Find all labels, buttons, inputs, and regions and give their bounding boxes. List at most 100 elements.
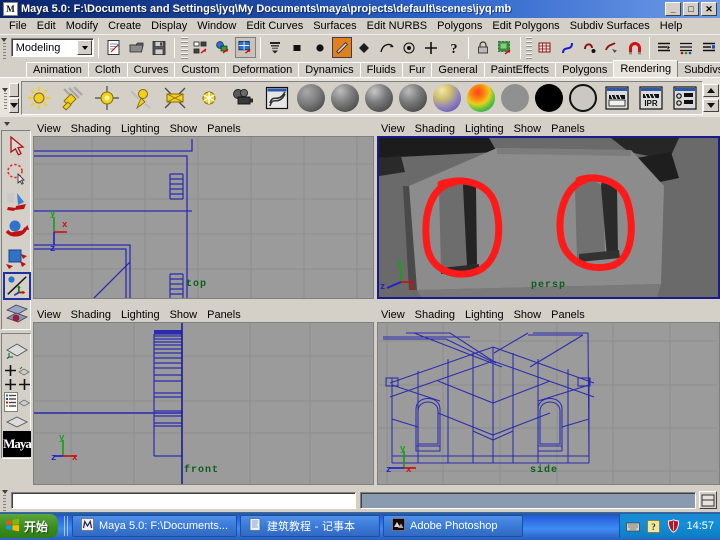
taskbar-item-notepad[interactable]: 建筑教程 - 记事本 bbox=[240, 515, 381, 537]
two-pane-icon-layout[interactable] bbox=[17, 363, 31, 377]
menu-surfaces[interactable]: Surfaces bbox=[308, 19, 361, 33]
menu-edit-polygons[interactable]: Edit Polygons bbox=[487, 19, 564, 33]
front-viewport[interactable]: View Shading Lighting Show Panels y x z … bbox=[33, 307, 374, 486]
side-viewport-canvas[interactable]: y x z side bbox=[377, 322, 720, 485]
shelf-tab-fluids[interactable]: Fluids bbox=[359, 62, 403, 77]
lock-selection-button[interactable] bbox=[473, 37, 493, 58]
front-viewport-menu-view[interactable]: View bbox=[37, 309, 67, 321]
front-viewport-menu-shading[interactable]: Shading bbox=[71, 309, 117, 321]
menu-display[interactable]: Display bbox=[146, 19, 192, 33]
component-lines-button[interactable] bbox=[331, 37, 353, 58]
ramp-shader-button[interactable] bbox=[465, 82, 497, 114]
use-background-button[interactable] bbox=[533, 82, 565, 114]
persp-viewport-canvas[interactable]: y x z persp bbox=[377, 136, 720, 299]
snap-to-view-plane-button[interactable] bbox=[602, 37, 622, 58]
show-manipulator-tool[interactable] bbox=[3, 300, 31, 328]
component-faces-button[interactable] bbox=[354, 37, 374, 58]
component-pivot-button[interactable] bbox=[399, 37, 419, 58]
menu-set-selector[interactable]: Modeling bbox=[10, 38, 95, 57]
front-viewport-canvas[interactable]: y x z front bbox=[33, 322, 374, 485]
taskbar-grip-1[interactable] bbox=[64, 516, 70, 536]
front-viewport-menu-panels[interactable]: Panels bbox=[207, 309, 247, 321]
directional-light-button[interactable] bbox=[57, 82, 89, 114]
side-viewport-menu-show[interactable]: Show bbox=[514, 309, 548, 321]
rotate-tool[interactable] bbox=[3, 244, 31, 272]
shelf-tab-curves[interactable]: Curves bbox=[126, 62, 176, 77]
render-globals-window-button[interactable] bbox=[669, 82, 701, 114]
component-parm-button[interactable] bbox=[310, 37, 330, 58]
shelf-tab-painteffects[interactable]: PaintEffects bbox=[483, 62, 557, 77]
shelf-scroll-up-button[interactable] bbox=[703, 83, 719, 97]
menu-edit-curves[interactable]: Edit Curves bbox=[241, 19, 308, 33]
paint-select-tool[interactable] bbox=[3, 188, 31, 216]
create-camera-button[interactable] bbox=[227, 82, 259, 114]
component-handle-button[interactable] bbox=[421, 37, 441, 58]
menu-edit-nurbs[interactable]: Edit NURBS bbox=[362, 19, 433, 33]
hypergraph-persp-layout[interactable] bbox=[18, 391, 31, 413]
side-viewport-menu-shading[interactable]: Shading bbox=[415, 309, 461, 321]
menu-edit[interactable]: Edit bbox=[32, 19, 61, 33]
ipr-settings-button[interactable] bbox=[699, 37, 719, 58]
top-viewport-menu-show[interactable]: Show bbox=[170, 123, 204, 135]
select-by-component-type-button[interactable] bbox=[235, 37, 256, 58]
side-viewport-menu-view[interactable]: View bbox=[381, 309, 411, 321]
construction-history-button[interactable] bbox=[654, 37, 674, 58]
top-viewport-menu-view[interactable]: View bbox=[37, 123, 67, 135]
select-by-object-type-button[interactable] bbox=[213, 37, 233, 58]
persp-only-layout[interactable] bbox=[3, 413, 31, 431]
persp-viewport-menu-shading[interactable]: Shading bbox=[415, 123, 461, 135]
shelf-menu-chevron-icon[interactable] bbox=[9, 98, 19, 113]
close-button[interactable]: ✕ bbox=[701, 2, 717, 16]
render-current-frame-button[interactable] bbox=[601, 82, 633, 114]
hypershade-button[interactable] bbox=[261, 82, 293, 114]
surface-shader-button[interactable] bbox=[499, 82, 531, 114]
top-viewport-menu-lighting[interactable]: Lighting bbox=[121, 123, 166, 135]
minimize-button[interactable]: _ bbox=[665, 2, 681, 16]
universal-manipulator-tool[interactable] bbox=[3, 272, 31, 300]
volume-light-button[interactable] bbox=[193, 82, 225, 114]
side-viewport-menu-lighting[interactable]: Lighting bbox=[465, 309, 510, 321]
start-button[interactable]: 开始 bbox=[0, 514, 59, 538]
four-view-layout[interactable] bbox=[3, 363, 17, 377]
open-scene-button[interactable] bbox=[126, 37, 146, 58]
menu-help[interactable]: Help bbox=[655, 19, 688, 33]
shelf-collapse-handle[interactable] bbox=[2, 87, 8, 109]
shelf-tab-custom[interactable]: Custom bbox=[174, 62, 227, 77]
script-editor-icon[interactable] bbox=[699, 491, 717, 509]
toolbar-grip[interactable] bbox=[181, 36, 188, 59]
menu-window[interactable]: Window bbox=[192, 19, 241, 33]
shelf-tab-general[interactable]: General bbox=[431, 62, 485, 77]
snap-toolbar-grip[interactable] bbox=[525, 36, 533, 59]
shield-icon[interactable] bbox=[666, 519, 680, 533]
menu-file[interactable]: File bbox=[4, 19, 32, 33]
top-viewport-canvas[interactable]: y x z top bbox=[33, 136, 374, 299]
persp-viewport[interactable]: View Shading Lighting Show Panels y x z … bbox=[377, 121, 720, 300]
command-line-collapse-handle[interactable] bbox=[0, 489, 9, 511]
front-viewport-menu-lighting[interactable]: Lighting bbox=[121, 309, 166, 321]
snap-to-point-button[interactable] bbox=[580, 37, 600, 58]
lasso-select-tool[interactable] bbox=[3, 160, 31, 188]
new-scene-button[interactable] bbox=[104, 37, 124, 58]
snap-to-magnet-button[interactable] bbox=[625, 37, 645, 58]
persp-viewport-menu-panels[interactable]: Panels bbox=[551, 123, 591, 135]
save-scene-button[interactable] bbox=[149, 37, 169, 58]
chevron-down-icon[interactable] bbox=[77, 40, 93, 55]
menu-polygons[interactable]: Polygons bbox=[432, 19, 487, 33]
menu-modify[interactable]: Modify bbox=[61, 19, 103, 33]
shelf-tab-deformation[interactable]: Deformation bbox=[225, 62, 300, 77]
front-viewport-menu-show[interactable]: Show bbox=[170, 309, 204, 321]
shelf-tab-animation[interactable]: Animation bbox=[26, 62, 89, 77]
render-globals-button[interactable] bbox=[676, 37, 696, 58]
anisotropic-material-button[interactable] bbox=[431, 82, 463, 114]
shelf-tab-dynamics[interactable]: Dynamics bbox=[298, 62, 361, 77]
snap-to-curve-button[interactable] bbox=[558, 37, 578, 58]
side-viewport-menu-panels[interactable]: Panels bbox=[551, 309, 591, 321]
select-by-hierarchy-button[interactable] bbox=[191, 37, 211, 58]
move-tool[interactable] bbox=[3, 216, 31, 244]
top-viewport[interactable]: View Shading Lighting Show Panels y x z … bbox=[33, 121, 374, 300]
maximize-button[interactable]: □ bbox=[683, 2, 699, 16]
ipr-render-button[interactable]: IPR bbox=[635, 82, 667, 114]
ambient-light-button[interactable] bbox=[23, 82, 55, 114]
command-feedback-field[interactable] bbox=[360, 491, 696, 509]
command-line-input[interactable] bbox=[11, 491, 356, 509]
